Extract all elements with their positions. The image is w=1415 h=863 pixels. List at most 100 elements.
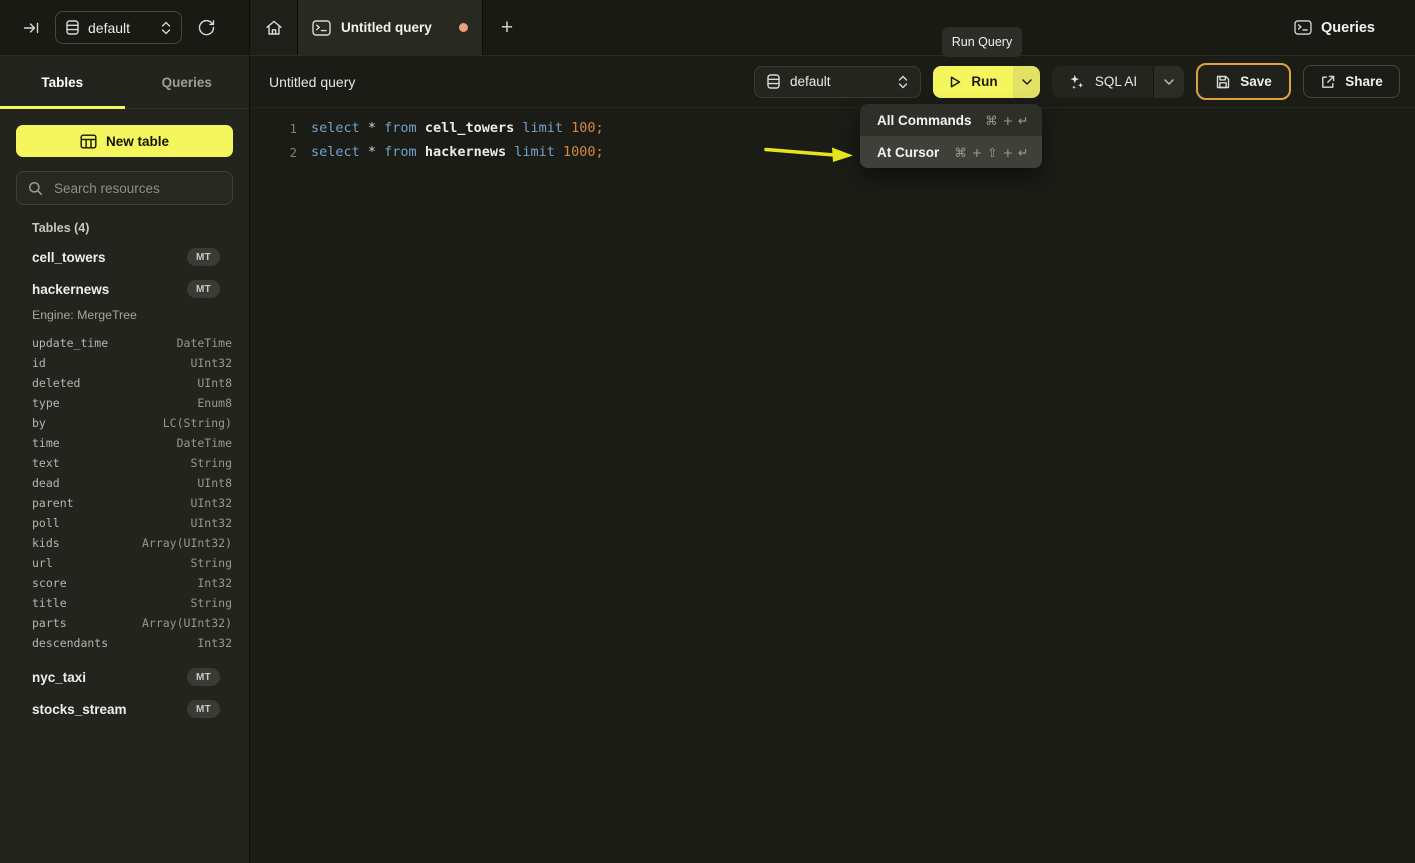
engine-badge: MT [187,668,220,686]
table-item-hackernews[interactable]: hackernewsMT [0,273,249,305]
database-icon [66,20,79,35]
column-type: Int32 [197,636,232,650]
column-type: Int32 [197,576,232,590]
database-selector-value: default [790,74,831,89]
search-icon [28,181,43,196]
sql-ai-button[interactable]: SQL AI [1052,66,1153,98]
menu-item-shortcut: ⌘ + ⇧ + ↵ [954,145,1029,160]
sidebar-tab-tables[interactable]: Tables [0,56,125,108]
column-type: UInt32 [190,356,232,370]
column-type: UInt8 [197,476,232,490]
column-name: url [32,556,53,570]
column-type: DateTime [177,336,232,350]
token-op: * [368,120,384,136]
sparkles-icon [1068,73,1085,90]
column-name: time [32,436,60,450]
run-label: Run [971,74,997,89]
table-name: cell_towers [32,250,106,265]
engine-badge: MT [187,248,220,266]
run-options-chevron[interactable] [1013,66,1040,98]
run-button[interactable]: Run [933,66,1013,98]
topbar-left-section: default [0,0,250,55]
column-row: text String [0,453,249,473]
column-row: kidsArray(UInt32) [0,533,249,553]
column-row: parentUInt32 [0,493,249,513]
code-text: select * from cell_towers limit 100; [311,120,604,136]
sql-ai-label: SQL AI [1095,74,1137,89]
chevron-updown-icon [898,75,908,89]
token-kw: select [311,120,368,136]
tab-home[interactable] [250,0,298,55]
column-name: by [32,416,46,430]
code-line: 1select * from cell_towers limit 100; [271,116,1415,140]
column-row: titleString [0,593,249,613]
column-row: url String [0,553,249,573]
column-name: parts [32,616,67,630]
refresh-icon[interactable] [197,18,216,37]
column-type: Enum8 [197,396,232,410]
column-name: update_time [32,336,108,350]
column-type: String [190,456,232,470]
column-name: kids [32,536,60,550]
table-item-nyc_taxi[interactable]: nyc_taxiMT [0,661,249,693]
menu-item-label: At Cursor [877,145,939,160]
new-tab-button[interactable]: + [483,0,531,55]
sql-ai-button-group: SQL AI [1052,66,1184,98]
query-title: Untitled query [269,74,355,90]
run-menu: All Commands⌘ + ↵ At Cursor ⌘ + ⇧ + ↵ [860,104,1042,168]
column-name: parent [32,496,74,510]
new-table-button[interactable]: New table [16,125,233,157]
app-root: default Untitled query + [0,0,1415,863]
table-name: stocks_stream [32,702,127,717]
table-grid-icon [80,134,97,149]
table-item-cell_towers[interactable]: cell_towers MT [0,241,249,273]
sidebar-collapse-icon[interactable] [22,19,40,37]
main-panel: Untitled query default [251,56,1415,863]
database-selector-top[interactable]: default [55,11,182,44]
column-type: UInt32 [190,516,232,530]
token-num: 1000 [563,144,596,160]
database-selector-value: default [88,20,130,36]
share-button[interactable]: Share [1303,65,1400,98]
column-row: deleted UInt8 [0,373,249,393]
run-menu-item-all-commands[interactable]: All Commands⌘ + ↵ [860,104,1042,136]
run-menu-item-at-cursor[interactable]: At Cursor ⌘ + ⇧ + ↵ [860,136,1042,168]
save-button[interactable]: Save [1196,63,1291,100]
sidebar-tabs: TablesQueries [0,56,249,109]
column-row: score Int32 [0,573,249,593]
database-selector-toolbar[interactable]: default [754,66,921,98]
tab-untitled-query[interactable]: Untitled query [298,0,483,55]
column-name: text [32,456,60,470]
column-type: String [190,556,232,570]
sidebar-tab-queries[interactable]: Queries [125,56,250,108]
column-row: partsArray(UInt32) [0,613,249,633]
active-tab-underline [0,106,125,109]
column-row: update_time DateTime [0,333,249,353]
token-kw: limit [514,144,563,160]
play-icon [948,75,962,89]
queries-button[interactable]: Queries [1321,20,1375,36]
chevron-updown-icon [161,21,171,35]
column-type: UInt8 [197,376,232,390]
table-item-stocks_stream[interactable]: stocks_streamMT [0,693,249,725]
code-text: select * from hackernews limit 1000; [311,144,604,160]
sidebar: TablesQueries New table Tables (4) cell_… [0,56,250,863]
token-kw: limit [522,120,571,136]
database-icon [767,74,780,89]
run-button-group: Run [933,66,1040,98]
token-pun: ; [596,120,604,136]
unsaved-indicator-dot [459,23,468,32]
column-name: deleted [32,376,80,390]
search-input[interactable] [52,180,221,197]
table-name: hackernews [32,282,109,297]
sql-ai-chevron[interactable] [1153,66,1184,98]
search-box[interactable] [16,171,233,205]
column-name: score [32,576,67,590]
token-kw: from [384,120,425,136]
engine-label: Engine: MergeTree [0,305,249,325]
column-type: DateTime [177,436,232,450]
toolbar-controls: default Run [754,63,1400,100]
tables-section-header: Tables (4) [32,221,249,237]
column-row: pollUInt32 [0,513,249,533]
annotation-arrow [762,140,857,166]
